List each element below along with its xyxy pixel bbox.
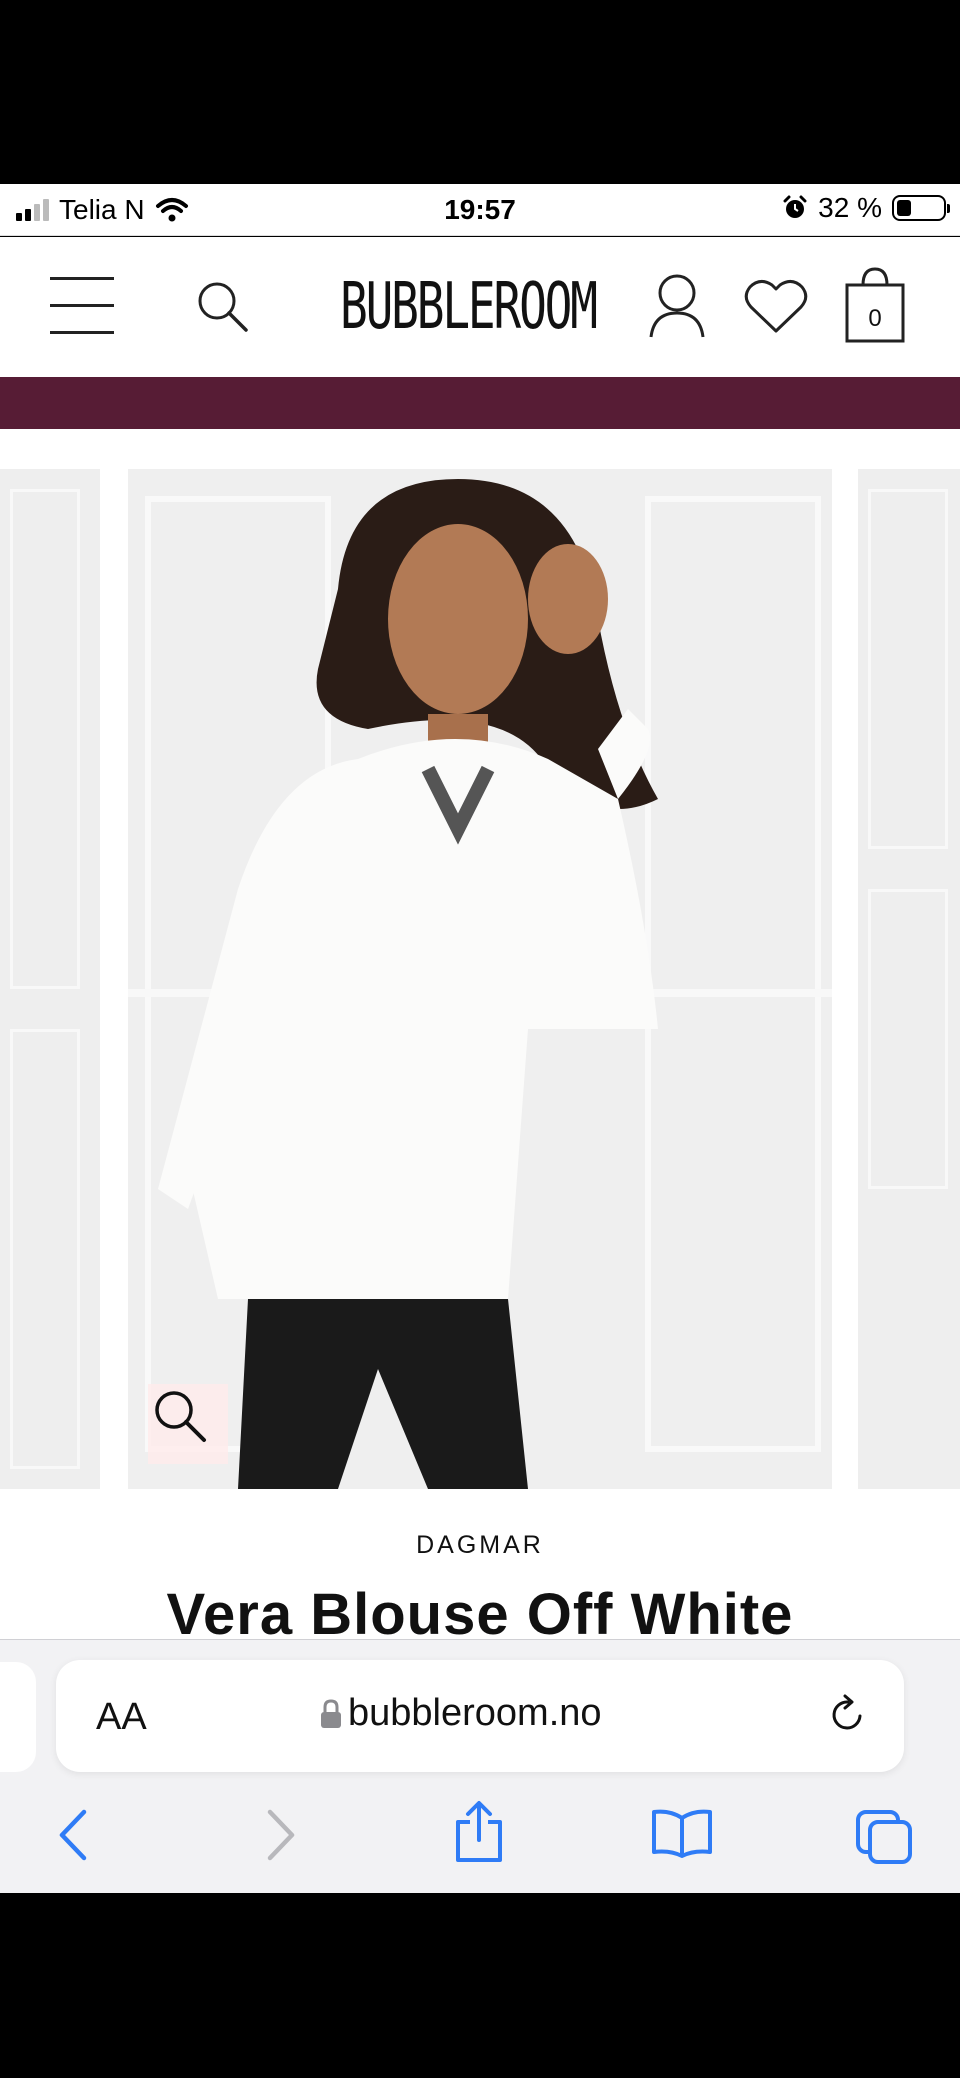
product-title: Vera Blouse Off White (166, 1582, 794, 1639)
text-size-button[interactable]: AA (96, 1696, 147, 1739)
url-display[interactable]: bubbleroom.no (320, 1692, 602, 1735)
cart-count: 0 (868, 305, 882, 332)
tabs-icon[interactable] (854, 1808, 914, 1866)
alarm-icon (783, 195, 807, 218)
zoom-icon (155, 1391, 206, 1442)
lock-icon (321, 1698, 341, 1728)
gallery-prev-slide[interactable] (0, 469, 100, 1489)
book-icon[interactable] (650, 1808, 714, 1858)
heart-icon[interactable] (744, 277, 808, 335)
status-bar: Telia N 19:57 32 % (0, 184, 960, 236)
top-black-area (0, 0, 960, 184)
previous-tab-preview[interactable] (0, 1662, 36, 1772)
product-gallery[interactable] (0, 429, 960, 1489)
status-right: 32 % (782, 192, 950, 224)
chevron-right-icon[interactable] (262, 1808, 298, 1862)
battery-percent: 32 % (818, 192, 882, 223)
share-icon[interactable] (452, 1800, 506, 1864)
bottom-black-area (0, 1893, 960, 2078)
gallery-next-slide[interactable] (858, 469, 960, 1489)
hamburger-icon[interactable] (50, 277, 114, 335)
chevron-left-icon[interactable] (56, 1808, 92, 1862)
site-header: BUBBLEROOM 0 (0, 237, 960, 377)
promo-bar (0, 377, 960, 429)
product-photo (128, 469, 832, 1489)
cart-button[interactable]: 0 (845, 265, 905, 343)
product-image[interactable] (128, 469, 832, 1489)
address-bar[interactable]: AA bubbleroom.no (56, 1660, 904, 1772)
product-brand[interactable]: DAGMAR (0, 1531, 960, 1560)
zoom-button[interactable] (148, 1384, 228, 1464)
url-text: bubbleroom.no (348, 1692, 602, 1734)
reload-icon[interactable] (828, 1694, 868, 1736)
browser-toolbar: AA bubbleroom.no (0, 1639, 960, 1893)
site-logo[interactable]: BUBBLEROOM (340, 267, 598, 347)
battery-icon (892, 195, 950, 221)
search-icon[interactable] (196, 280, 250, 334)
product-info: DAGMAR Vera Blouse Off White (0, 1489, 960, 1639)
user-icon[interactable] (648, 273, 706, 339)
